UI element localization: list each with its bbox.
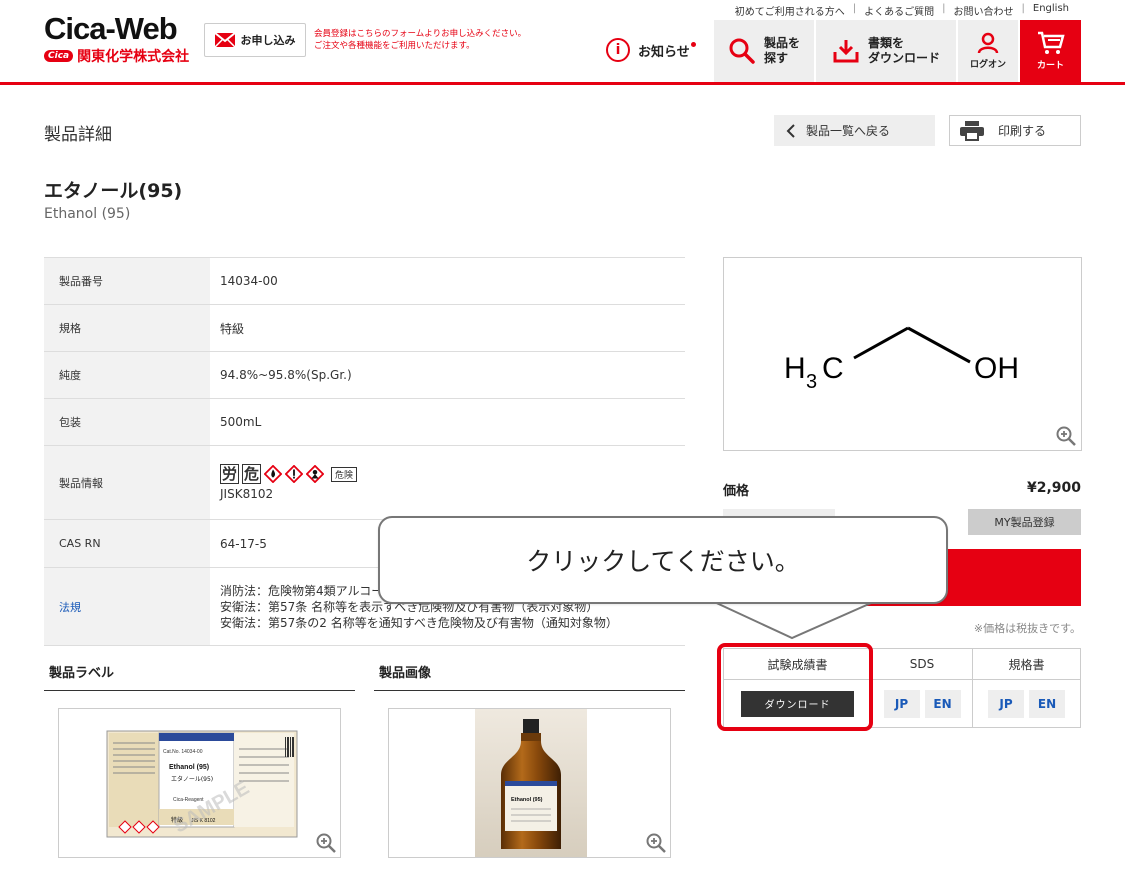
label-illustration: Cat.No. 14034-00 Ethanol (95) エタノール(95) … [106,730,298,838]
hazard-marks: 労 危 危険 [220,464,685,484]
spec-key: 純度 [44,351,210,399]
top-link-faq[interactable]: よくあるご質問 [856,3,942,18]
instruction-callout: クリックしてください。 [378,516,948,604]
structure-image[interactable]: H 3 C OH [723,257,1082,451]
section-product-image: 製品画像 [374,662,685,691]
search-icon [729,38,755,64]
zoom-in-icon[interactable] [646,833,666,853]
product-photo[interactable]: Ethanol (95) [388,708,671,858]
chevron-left-icon [786,123,795,138]
spec-key: CAS RN [44,519,210,568]
jis-code: JISK8102 [220,487,274,501]
spec-row: 包装 500mL [44,398,685,446]
cart-icon [1037,31,1065,54]
spec-value: 500mL [210,398,685,446]
section-product-label: 製品ラベル [44,662,355,691]
top-link-english[interactable]: English [1025,3,1077,18]
price-label: 価格 [723,484,750,499]
tax-note: ※価格は税抜きです。 [973,622,1081,635]
apply-note: 会員登録はこちらのフォームよりお申し込みください。 ご注文や各種機能をご利用いた… [314,29,527,51]
print-button[interactable]: 印刷する [949,115,1081,146]
spec-key: 製品情報 [44,445,210,520]
download-icon [833,40,859,63]
label-title: Ethanol (95) [169,764,209,771]
sds-jp-button[interactable]: JP [883,689,920,718]
printer-icon [960,120,984,141]
spec-key: 包装 [44,398,210,446]
hazard-tag: 危険 [331,466,358,482]
docs-col-sds: SDS JP EN [872,649,973,727]
spec-value: 94.8%~95.8%(Sp.Gr.) [210,351,685,399]
logo-brand: Cica-Web [44,11,178,46]
apply-button[interactable]: お申し込み [204,23,306,57]
structure-c: C [822,352,844,385]
bottle-illustration: Ethanol (95) [475,709,587,857]
info-icon: i [606,38,630,62]
bottle-label-text: Ethanol (95) [511,797,543,803]
ghs-exclamation-icon [285,465,304,483]
logo-badge: Cica [44,50,74,62]
ghs-health-hazard-icon [306,465,325,483]
spec-sheet-header: 規格書 [973,649,1080,680]
callout-tail [708,600,880,640]
highlight-box [717,643,873,731]
product-name-en: Ethanol (95) [44,206,131,222]
nav-search[interactable]: 製品を 探す [714,20,814,82]
top-link-first-time[interactable]: 初めてご利用される方へ [727,3,853,18]
notice-label: お知らせ [638,44,690,60]
structure-oh: OH [974,352,1019,385]
price-value: ¥2,900 [1026,480,1081,496]
nav-login[interactable]: ログオン [958,20,1018,82]
spec-jp-button[interactable]: JP [988,689,1024,718]
nav-download[interactable]: 書類を ダウンロード [816,20,956,82]
zoom-in-icon[interactable] [316,833,336,853]
page-title: 製品詳細 [44,125,112,145]
label-code: Cat.No. 14034-00 [163,749,203,755]
ghs-flame-icon [264,465,283,483]
law-line: 安衛法：第57条の2 名称等を通知すべき危険物及び有害物（通知対象物） [220,615,618,630]
product-label-image[interactable]: Cat.No. 14034-00 Ethanol (95) エタノール(95) … [58,708,341,858]
zoom-in-icon[interactable] [1056,426,1076,446]
site-logo[interactable]: Cica-Web Cica 関東化学株式会社 [44,11,190,66]
label-jp: エタノール(95) [171,775,213,783]
back-to-list-button[interactable]: 製品一覧へ戻る [774,115,935,146]
spec-row: 純度 94.8%~95.8%(Sp.Gr.) [44,351,685,399]
docs-col-spec: 規格書 JP EN [973,649,1080,727]
spec-key: 製品番号 [44,257,210,305]
structure-sub: 3 [806,371,817,393]
hazard-kanji-labor: 労 [220,464,240,484]
spec-value: 14034-00 [210,257,685,305]
spec-value: 特級 [210,304,685,352]
top-links: 初めてご利用される方へ | よくあるご質問 | お問い合わせ | English [727,3,1077,18]
ethanol-structure: H 3 C OH [784,326,1019,393]
spec-row: 製品番号 14034-00 [44,257,685,305]
sds-header: SDS [872,649,972,680]
spec-row: 規格 特級 [44,304,685,352]
notice-dot [690,41,696,47]
spec-en-button[interactable]: EN [1029,689,1065,718]
top-link-contact[interactable]: お問い合わせ [946,3,1022,18]
spec-row-info: 製品情報 労 危 危険 JISK8102 [44,445,685,520]
nav-cart[interactable]: カート [1020,20,1081,82]
site-header: 初めてご利用される方へ | よくあるご質問 | お問い合わせ | English Ci… [0,0,1125,85]
spec-key-law-link[interactable]: 法規 [44,567,210,646]
my-product-register-button[interactable]: MY製品登録 [968,509,1081,535]
hazard-kanji-danger: 危 [242,464,262,484]
user-icon [977,32,999,54]
apply-label: お申し込み [240,34,296,47]
structure-h: H [784,352,806,385]
notice-link[interactable]: i お知らせ [606,38,696,62]
spec-key: 規格 [44,304,210,352]
logo-company: 関東化学株式会社 [77,49,190,65]
mail-icon [214,33,235,47]
product-name-jp: エタノール(95) [44,180,183,202]
sds-en-button[interactable]: EN [924,689,961,718]
